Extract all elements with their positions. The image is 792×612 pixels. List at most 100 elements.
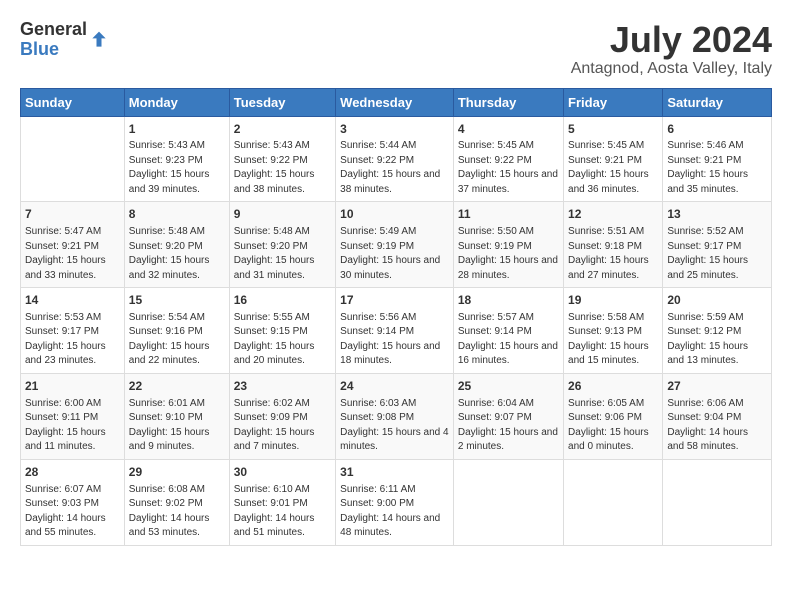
day-number: 8 xyxy=(129,206,225,223)
page-header: General Blue July 2024 Antagnod, Aosta V… xyxy=(20,20,772,78)
day-info: Sunrise: 5:58 AMSunset: 9:13 PMDaylight:… xyxy=(568,311,658,369)
day-number: 1 xyxy=(129,121,225,138)
day-number: 6 xyxy=(667,121,767,138)
day-info: Sunrise: 5:48 AMSunset: 9:20 PMDaylight:… xyxy=(129,225,225,283)
calendar-cell: 25Sunrise: 6:04 AMSunset: 9:07 PMDayligh… xyxy=(453,373,563,459)
header-cell-sunday: Sunday xyxy=(21,88,125,116)
day-number: 17 xyxy=(340,292,449,309)
day-info: Sunrise: 5:54 AMSunset: 9:16 PMDaylight:… xyxy=(129,311,225,369)
day-number: 24 xyxy=(340,378,449,395)
header-cell-monday: Monday xyxy=(124,88,229,116)
calendar-cell: 12Sunrise: 5:51 AMSunset: 9:18 PMDayligh… xyxy=(564,202,663,288)
day-info: Sunrise: 5:49 AMSunset: 9:19 PMDaylight:… xyxy=(340,225,449,283)
day-info: Sunrise: 5:55 AMSunset: 9:15 PMDaylight:… xyxy=(234,311,331,369)
calendar-cell: 1Sunrise: 5:43 AMSunset: 9:23 PMDaylight… xyxy=(124,116,229,202)
day-info: Sunrise: 6:04 AMSunset: 9:07 PMDaylight:… xyxy=(458,397,559,455)
day-number: 15 xyxy=(129,292,225,309)
day-number: 9 xyxy=(234,206,331,223)
header-cell-thursday: Thursday xyxy=(453,88,563,116)
logo-general-text: General xyxy=(20,20,87,40)
title-section: July 2024 Antagnod, Aosta Valley, Italy xyxy=(571,20,772,78)
calendar-cell: 20 Sunrise: 5:59 AMSunset: 9:12 PMDayligh… xyxy=(663,288,772,374)
calendar-cell: 11 Sunrise: 5:50 AMSunset: 9:19 PMDayligh… xyxy=(453,202,563,288)
calendar-cell: 4Sunrise: 5:45 AMSunset: 9:22 PMDaylight… xyxy=(453,116,563,202)
calendar-cell: 8 Sunrise: 5:48 AMSunset: 9:20 PMDaylight… xyxy=(124,202,229,288)
day-number: 19 xyxy=(568,292,658,309)
day-number: 4 xyxy=(458,121,559,138)
day-info: Sunrise: 6:07 AMSunset: 9:03 PMDaylight:… xyxy=(25,483,120,541)
calendar-cell: 14Sunrise: 5:53 AMSunset: 9:17 PMDayligh… xyxy=(21,288,125,374)
logo-icon xyxy=(89,30,109,50)
day-number: 7 xyxy=(25,206,120,223)
calendar-cell: 17 Sunrise: 5:56 AMSunset: 9:14 PMDayligh… xyxy=(336,288,454,374)
calendar-cell: 15 Sunrise: 5:54 AMSunset: 9:16 PMDayligh… xyxy=(124,288,229,374)
week-row-2: 7 Sunrise: 5:47 AMSunset: 9:21 PMDaylight… xyxy=(21,202,772,288)
week-row-4: 21 Sunrise: 6:00 AMSunset: 9:11 PMDayligh… xyxy=(21,373,772,459)
day-number: 5 xyxy=(568,121,658,138)
day-info: Sunrise: 5:47 AMSunset: 9:21 PMDaylight:… xyxy=(25,225,120,283)
header-cell-tuesday: Tuesday xyxy=(229,88,335,116)
header-cell-saturday: Saturday xyxy=(663,88,772,116)
day-info: Sunrise: 6:03 AMSunset: 9:08 PMDaylight:… xyxy=(340,397,449,455)
week-row-3: 14Sunrise: 5:53 AMSunset: 9:17 PMDayligh… xyxy=(21,288,772,374)
calendar-cell: 10 Sunrise: 5:49 AMSunset: 9:19 PMDayligh… xyxy=(336,202,454,288)
month-title: July 2024 xyxy=(571,20,772,60)
calendar-cell: 28 Sunrise: 6:07 AMSunset: 9:03 PMDayligh… xyxy=(21,459,125,545)
day-number: 29 xyxy=(129,464,225,481)
day-number: 13 xyxy=(667,206,767,223)
day-number: 10 xyxy=(340,206,449,223)
header-cell-wednesday: Wednesday xyxy=(336,88,454,116)
calendar-cell: 3Sunrise: 5:44 AMSunset: 9:22 PMDaylight… xyxy=(336,116,454,202)
calendar-cell: 13Sunrise: 5:52 AMSunset: 9:17 PMDayligh… xyxy=(663,202,772,288)
week-row-5: 28 Sunrise: 6:07 AMSunset: 9:03 PMDayligh… xyxy=(21,459,772,545)
day-info: Sunrise: 6:08 AMSunset: 9:02 PMDaylight:… xyxy=(129,483,225,541)
calendar-cell: 6Sunrise: 5:46 AMSunset: 9:21 PMDaylight… xyxy=(663,116,772,202)
day-info: Sunrise: 5:51 AMSunset: 9:18 PMDaylight:… xyxy=(568,225,658,283)
day-info: Sunrise: 5:46 AMSunset: 9:21 PMDaylight:… xyxy=(667,139,767,197)
calendar-cell: 21 Sunrise: 6:00 AMSunset: 9:11 PMDayligh… xyxy=(21,373,125,459)
day-number: 2 xyxy=(234,121,331,138)
day-info: Sunrise: 5:44 AMSunset: 9:22 PMDaylight:… xyxy=(340,139,449,197)
day-number: 27 xyxy=(667,378,767,395)
calendar-cell: 2Sunrise: 5:43 AMSunset: 9:22 PMDaylight… xyxy=(229,116,335,202)
day-info: Sunrise: 6:02 AMSunset: 9:09 PMDaylight:… xyxy=(234,397,331,455)
calendar-body: 1Sunrise: 5:43 AMSunset: 9:23 PMDaylight… xyxy=(21,116,772,545)
day-info: Sunrise: 6:00 AMSunset: 9:11 PMDaylight:… xyxy=(25,397,120,455)
day-info: Sunrise: 5:56 AMSunset: 9:14 PMDaylight:… xyxy=(340,311,449,369)
day-number: 23 xyxy=(234,378,331,395)
calendar-header: SundayMondayTuesdayWednesdayThursdayFrid… xyxy=(21,88,772,116)
day-info: Sunrise: 6:05 AMSunset: 9:06 PMDaylight:… xyxy=(568,397,658,455)
day-number: 3 xyxy=(340,121,449,138)
calendar-cell: 7 Sunrise: 5:47 AMSunset: 9:21 PMDaylight… xyxy=(21,202,125,288)
calendar-cell: 5Sunrise: 5:45 AMSunset: 9:21 PMDaylight… xyxy=(564,116,663,202)
calendar-cell: 9 Sunrise: 5:48 AMSunset: 9:20 PMDaylight… xyxy=(229,202,335,288)
day-info: Sunrise: 6:01 AMSunset: 9:10 PMDaylight:… xyxy=(129,397,225,455)
day-info: Sunrise: 5:50 AMSunset: 9:19 PMDaylight:… xyxy=(458,225,559,283)
calendar-cell: 31 Sunrise: 6:11 AMSunset: 9:00 PMDayligh… xyxy=(336,459,454,545)
day-number: 20 xyxy=(667,292,767,309)
logo-blue-text: Blue xyxy=(20,40,87,60)
calendar-table: SundayMondayTuesdayWednesdayThursdayFrid… xyxy=(20,88,772,546)
calendar-cell: 16Sunrise: 5:55 AMSunset: 9:15 PMDayligh… xyxy=(229,288,335,374)
day-number: 31 xyxy=(340,464,449,481)
calendar-cell: 23 Sunrise: 6:02 AMSunset: 9:09 PMDayligh… xyxy=(229,373,335,459)
logo: General Blue xyxy=(20,20,109,60)
calendar-cell: 30 Sunrise: 6:10 AMSunset: 9:01 PMDayligh… xyxy=(229,459,335,545)
day-number: 11 xyxy=(458,206,559,223)
day-info: Sunrise: 6:06 AMSunset: 9:04 PMDaylight:… xyxy=(667,397,767,455)
day-info: Sunrise: 5:59 AMSunset: 9:12 PMDaylight:… xyxy=(667,311,767,369)
calendar-cell: 24 Sunrise: 6:03 AMSunset: 9:08 PMDayligh… xyxy=(336,373,454,459)
day-number: 30 xyxy=(234,464,331,481)
day-number: 28 xyxy=(25,464,120,481)
calendar-cell: 27 Sunrise: 6:06 AMSunset: 9:04 PMDayligh… xyxy=(663,373,772,459)
calendar-cell xyxy=(21,116,125,202)
day-info: Sunrise: 6:11 AMSunset: 9:00 PMDaylight:… xyxy=(340,483,449,541)
week-row-1: 1Sunrise: 5:43 AMSunset: 9:23 PMDaylight… xyxy=(21,116,772,202)
calendar-cell: 19 Sunrise: 5:58 AMSunset: 9:13 PMDayligh… xyxy=(564,288,663,374)
calendar-cell: 18Sunrise: 5:57 AMSunset: 9:14 PMDayligh… xyxy=(453,288,563,374)
day-info: Sunrise: 6:10 AMSunset: 9:01 PMDaylight:… xyxy=(234,483,331,541)
location: Antagnod, Aosta Valley, Italy xyxy=(571,60,772,78)
day-number: 21 xyxy=(25,378,120,395)
day-info: Sunrise: 5:48 AMSunset: 9:20 PMDaylight:… xyxy=(234,225,331,283)
day-info: Sunrise: 5:45 AMSunset: 9:22 PMDaylight:… xyxy=(458,139,559,197)
